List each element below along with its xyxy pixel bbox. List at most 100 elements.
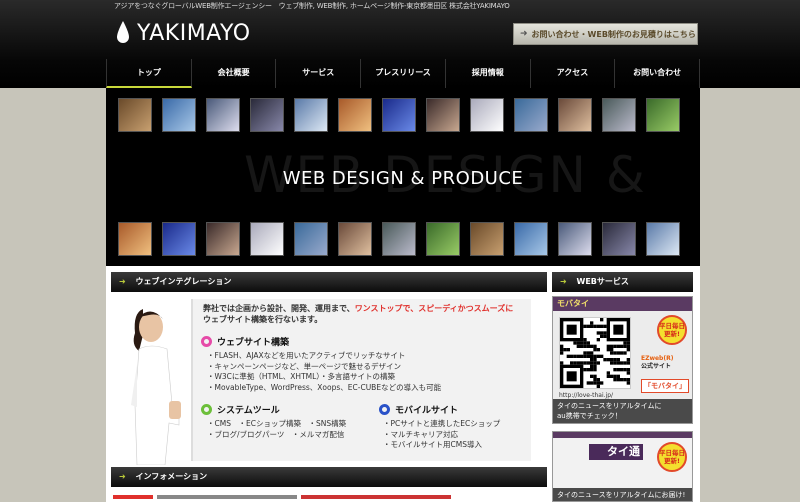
arrow-right-icon: ➜ bbox=[560, 277, 567, 286]
qr-module bbox=[590, 374, 594, 378]
official-site-label: 公式サイト bbox=[641, 363, 672, 370]
clipped-news-text bbox=[113, 495, 451, 499]
qr-module bbox=[593, 348, 597, 352]
qr-module bbox=[593, 381, 597, 385]
qr-module bbox=[623, 368, 627, 372]
section-title: インフォメーション bbox=[135, 472, 208, 481]
qr-module bbox=[613, 351, 617, 355]
list-item: ・MovableType、WordPress、Xoops、EC-CUBEなどの導… bbox=[207, 382, 442, 392]
qr-module bbox=[590, 364, 594, 368]
qr-module bbox=[616, 368, 620, 372]
qr-module bbox=[610, 361, 614, 365]
site-header: アジアをつなぐグローバルWEB制作エージェンシー ウェブ制作, WEB制作, ホ… bbox=[0, 0, 800, 88]
global-nav: トップ 会社概要 サービス プレスリリース 採用情報 アクセス お問い合わせ bbox=[106, 59, 701, 88]
qr-module bbox=[596, 331, 600, 335]
nav-item-company[interactable]: 会社概要 bbox=[192, 59, 277, 88]
qr-module bbox=[600, 331, 604, 335]
arrow-right-icon: ➜ bbox=[520, 29, 528, 39]
qr-module bbox=[593, 361, 597, 365]
ad-caption: タイのニュースをリアルタイムにお届け! bbox=[553, 488, 692, 501]
qr-module bbox=[560, 344, 564, 348]
site-tagline: アジアをつなぐグローバルWEB制作エージェンシー ウェブ制作, WEB制作, ホ… bbox=[114, 2, 510, 10]
modatai-banner[interactable]: モバタイ 平日毎日更新! EZweb(R) 公式サイト 「モバタイ」 http:… bbox=[552, 296, 693, 424]
pink-ring-icon bbox=[201, 336, 212, 347]
qr-module bbox=[580, 344, 584, 348]
intro-line2: ウェブサイト構築を行ないます。 bbox=[203, 315, 323, 324]
qr-module bbox=[603, 358, 607, 362]
businesswoman-image bbox=[131, 309, 181, 465]
qr-module bbox=[570, 354, 574, 358]
banner-thumbnail bbox=[118, 222, 152, 256]
qr-module bbox=[583, 368, 587, 372]
service-url: http://love-thai.jp/ bbox=[559, 392, 614, 399]
qr-module bbox=[600, 381, 604, 385]
qr-module bbox=[583, 351, 587, 355]
qr-module bbox=[626, 381, 630, 385]
qr-module bbox=[590, 351, 594, 355]
website-title: ウェブサイト構築 bbox=[217, 338, 290, 348]
qr-module bbox=[563, 348, 567, 352]
qr-module bbox=[583, 341, 587, 345]
list-item: ・ブログ/ブログパーツ ・メルマガ配信 bbox=[207, 429, 345, 439]
qr-finder bbox=[613, 324, 624, 335]
main-content: ➜ ウェブインテグレーション 弊社では企画から設計、開発、運用まで、ワンストップ… bbox=[106, 266, 700, 502]
qr-module bbox=[616, 351, 620, 355]
nav-item-services[interactable]: サービス bbox=[276, 59, 362, 88]
qr-module bbox=[580, 354, 584, 358]
green-ring-icon bbox=[201, 404, 212, 415]
site-logo[interactable]: YAKIMAYO bbox=[116, 20, 251, 46]
nav-item-top[interactable]: トップ bbox=[106, 59, 192, 88]
nav-item-contact[interactable]: お問い合わせ bbox=[615, 59, 701, 88]
website-feature-list: ・FLASH、AJAXなどを用いたアクティブでリッチなサイト ・キャンペーンペー… bbox=[207, 351, 441, 393]
qr-module bbox=[580, 361, 584, 365]
thumbnail-row-bottom bbox=[118, 222, 680, 256]
section-header-web-services: ➜ WEBサービス bbox=[552, 272, 693, 292]
qr-module bbox=[626, 361, 630, 365]
qr-module bbox=[616, 361, 620, 365]
qr-module bbox=[576, 341, 580, 345]
nav-item-recruit[interactable]: 採用情報 bbox=[446, 59, 531, 88]
qr-module bbox=[576, 361, 580, 365]
arrow-right-icon: ➜ bbox=[119, 472, 126, 481]
qr-module bbox=[596, 361, 600, 365]
qr-module bbox=[626, 344, 630, 348]
contact-estimate-button[interactable]: ➜ お問い合わせ・WEB制作のお見積りはこちら bbox=[513, 23, 698, 45]
qr-module bbox=[606, 371, 610, 375]
qr-module bbox=[576, 344, 580, 348]
nav-item-access[interactable]: アクセス bbox=[531, 59, 616, 88]
thai-tsu-banner[interactable]: タイ通 平日毎日更新! タイのニュースをリアルタイムにお届け! bbox=[552, 431, 693, 502]
qr-module bbox=[626, 358, 630, 362]
list-item: ・マルチキャリア対応 bbox=[383, 429, 458, 439]
qr-module bbox=[603, 324, 607, 328]
list-item: ・モバイルサイト用CMS導入 bbox=[383, 440, 482, 449]
banner-thumbnail bbox=[426, 222, 460, 256]
qr-module bbox=[586, 361, 590, 365]
banner-thumbnail bbox=[338, 98, 372, 132]
qr-module bbox=[573, 341, 577, 345]
qr-module bbox=[560, 361, 564, 365]
section-title: WEBサービス bbox=[576, 277, 629, 286]
qr-module bbox=[620, 378, 624, 382]
website-building-heading: ウェブサイト構築 bbox=[201, 335, 289, 348]
qr-module bbox=[623, 351, 627, 355]
news-item-partial[interactable] bbox=[111, 492, 547, 502]
qr-module bbox=[623, 378, 627, 382]
caption-line: au携帯でチェック！ bbox=[557, 412, 622, 420]
banner-thumbnail bbox=[646, 98, 680, 132]
thumbnail-row-top bbox=[118, 98, 680, 132]
drop-logo-icon bbox=[116, 20, 130, 46]
section-header-information: ➜ インフォメーション bbox=[111, 467, 547, 487]
qr-module bbox=[616, 378, 620, 382]
mobile-feature-list: ・PCサイトと連携したECショップ ・マルチキャリア対応 ・モバイルサイト用CM… bbox=[383, 419, 500, 451]
qr-module bbox=[586, 381, 590, 385]
banner-thumbnail bbox=[514, 222, 548, 256]
nav-item-press[interactable]: プレスリリース bbox=[361, 59, 446, 88]
list-item: ・キャンペーンページなど、単一ページで魅せるデザイン bbox=[207, 361, 401, 371]
ad-band bbox=[553, 432, 692, 438]
qr-module bbox=[613, 361, 617, 365]
qr-module bbox=[600, 324, 604, 328]
qr-module bbox=[566, 354, 570, 358]
qr-module bbox=[560, 351, 564, 355]
qr-module bbox=[596, 324, 600, 328]
qr-module bbox=[613, 344, 617, 348]
